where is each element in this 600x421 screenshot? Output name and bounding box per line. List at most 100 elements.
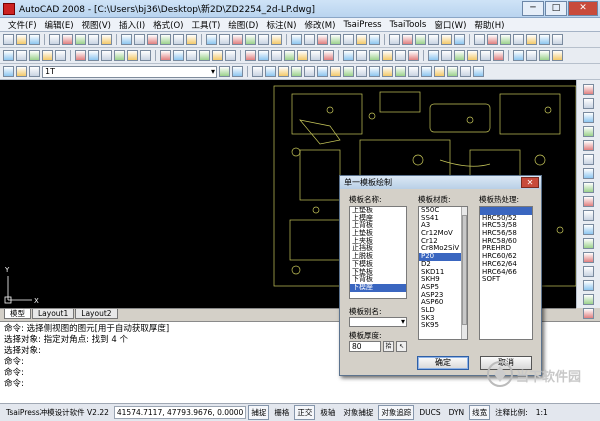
menu-tsaitools[interactable]: TsaiTools: [386, 20, 431, 30]
toolbar-tool-icon[interactable]: [160, 34, 171, 45]
toolbar-tool-icon[interactable]: [513, 34, 524, 45]
toolbar-tool-icon[interactable]: [317, 34, 328, 45]
toolbar-tool-icon[interactable]: [330, 34, 341, 45]
toolbar-tool-icon[interactable]: [271, 34, 282, 45]
toolbar-tool-icon[interactable]: [29, 50, 40, 61]
pick-thickness-button[interactable]: 拾: [383, 341, 394, 352]
toolbar-tool-icon[interactable]: [3, 34, 14, 45]
maximize-button[interactable]: □: [545, 1, 567, 16]
template-heat-item[interactable]: SOFT: [480, 275, 532, 284]
toolbar-tool-icon[interactable]: [127, 50, 138, 61]
modify-tool-icon[interactable]: [583, 252, 594, 263]
status-toggle-grid[interactable]: 栅格: [271, 405, 292, 420]
toolbar-tool-icon[interactable]: [101, 34, 112, 45]
modify-tool-icon[interactable]: [583, 196, 594, 207]
toolbar-tool-icon[interactable]: [487, 34, 498, 45]
toolbar-tool-icon[interactable]: [343, 66, 354, 77]
status-toggle-otrack[interactable]: 对象追踪: [378, 405, 415, 420]
toolbar-tool-icon[interactable]: [245, 34, 256, 45]
toolbar-tool-icon[interactable]: [265, 66, 276, 77]
toolbar-tool-icon[interactable]: [356, 50, 367, 61]
layer-combo[interactable]: 1T: [42, 65, 217, 78]
toolbar-tool-icon[interactable]: [291, 66, 302, 77]
toolbar-tool-icon[interactable]: [493, 50, 504, 61]
toolbar-tool-icon[interactable]: [88, 50, 99, 61]
toolbar-tool-icon[interactable]: [467, 50, 478, 61]
toolbar-tool-icon[interactable]: [199, 50, 210, 61]
modify-tool-icon[interactable]: [583, 210, 594, 221]
toolbar-tool-icon[interactable]: [434, 66, 445, 77]
toolbar-tool-icon[interactable]: [421, 66, 432, 77]
annotation-scale-value[interactable]: 1:1: [533, 406, 551, 419]
toolbar-tool-icon[interactable]: [539, 34, 550, 45]
menu-tsaipress[interactable]: TsaiPress: [339, 20, 385, 30]
toolbar-tool-icon[interactable]: [304, 34, 315, 45]
modify-tool-icon[interactable]: [583, 224, 594, 235]
toolbar-tool-icon[interactable]: [317, 66, 328, 77]
template-material-item[interactable]: SK95: [419, 322, 467, 330]
toolbar-tool-icon[interactable]: [62, 34, 73, 45]
toolbar-tool-icon[interactable]: [330, 66, 341, 77]
tab-layout2[interactable]: Layout2: [75, 309, 118, 319]
modify-tool-icon[interactable]: [583, 182, 594, 193]
toolbar-tool-icon[interactable]: [114, 50, 125, 61]
modify-tool-icon[interactable]: [583, 112, 594, 123]
toolbar-tool-icon[interactable]: [101, 50, 112, 61]
toolbar-tool-icon[interactable]: [356, 66, 367, 77]
toolbar-tool-icon[interactable]: [415, 34, 426, 45]
menu-view[interactable]: 视图(V): [78, 19, 115, 31]
toolbar-tool-icon[interactable]: [428, 50, 439, 61]
menu-file[interactable]: 文件(F): [4, 19, 41, 31]
layer-previous-icon[interactable]: [219, 66, 230, 77]
modify-tool-icon[interactable]: [583, 266, 594, 277]
toolbar-tool-icon[interactable]: [526, 34, 537, 45]
toolbar-tool-icon[interactable]: [75, 34, 86, 45]
menu-tools[interactable]: 工具(T): [187, 19, 224, 31]
tab-model[interactable]: 模型: [4, 309, 31, 319]
toolbar-tool-icon[interactable]: [3, 50, 14, 61]
status-toggle-polar[interactable]: 极轴: [317, 405, 338, 420]
ok-button[interactable]: 确定: [417, 356, 469, 370]
toolbar-tool-icon[interactable]: [29, 34, 40, 45]
toolbar-tool-icon[interactable]: [42, 50, 53, 61]
toolbar-tool-icon[interactable]: [369, 34, 380, 45]
material-scrollbar[interactable]: [461, 207, 467, 339]
toolbar-tool-icon[interactable]: [526, 50, 537, 61]
menu-insert[interactable]: 插入(I): [115, 19, 149, 31]
modify-tool-icon[interactable]: [583, 168, 594, 179]
toolbar-tool-icon[interactable]: [121, 34, 132, 45]
template-name-item[interactable]: 下模座: [350, 283, 406, 292]
status-toggle-lineweight[interactable]: 线宽: [469, 405, 491, 420]
toolbar-tool-icon[interactable]: [206, 34, 217, 45]
toolbar-tool-icon[interactable]: [258, 50, 269, 61]
toolbar-tool-icon[interactable]: [395, 66, 406, 77]
menu-dimension[interactable]: 标注(N): [262, 19, 300, 31]
toolbar-tool-icon[interactable]: [16, 34, 27, 45]
toolbar-tool-icon[interactable]: [408, 66, 419, 77]
menu-format[interactable]: 格式(O): [149, 19, 187, 31]
toolbar-tool-icon[interactable]: [225, 50, 236, 61]
template-name-list[interactable]: 上垫板 上模座 上背板 上垫板 上夹板 止挡板 上脱板 下模板 下垫板 下背板 下模座: [349, 206, 407, 299]
menu-help[interactable]: 帮助(H): [470, 19, 508, 31]
minimize-button[interactable]: ─: [522, 1, 544, 16]
modify-tool-icon[interactable]: [583, 140, 594, 151]
modify-tool-icon[interactable]: [583, 308, 594, 319]
layer-match-icon[interactable]: [232, 66, 243, 77]
close-button[interactable]: ✕: [568, 1, 598, 16]
template-thickness-input[interactable]: 80: [349, 341, 381, 352]
toolbar-tool-icon[interactable]: [454, 34, 465, 45]
toolbar-tool-icon[interactable]: [552, 34, 563, 45]
layer-bulb-icon[interactable]: [16, 66, 27, 77]
toolbar-tool-icon[interactable]: [232, 34, 243, 45]
layer-lock-icon[interactable]: [29, 66, 40, 77]
toolbar-tool-icon[interactable]: [49, 34, 60, 45]
template-heat-list[interactable]: HRC50/52 HRC53/58 HRC56/58 HRC58/60 PREHRD HR…: [479, 206, 533, 340]
toolbar-tool-icon[interactable]: [186, 34, 197, 45]
menu-modify[interactable]: 修改(M): [300, 19, 339, 31]
toolbar-tool-icon[interactable]: [278, 66, 289, 77]
toolbar-tool-icon[interactable]: [473, 66, 484, 77]
toolbar-tool-icon[interactable]: [173, 34, 184, 45]
toolbar-tool-icon[interactable]: [539, 50, 550, 61]
toolbar-tool-icon[interactable]: [356, 34, 367, 45]
toolbar-tool-icon[interactable]: [428, 34, 439, 45]
